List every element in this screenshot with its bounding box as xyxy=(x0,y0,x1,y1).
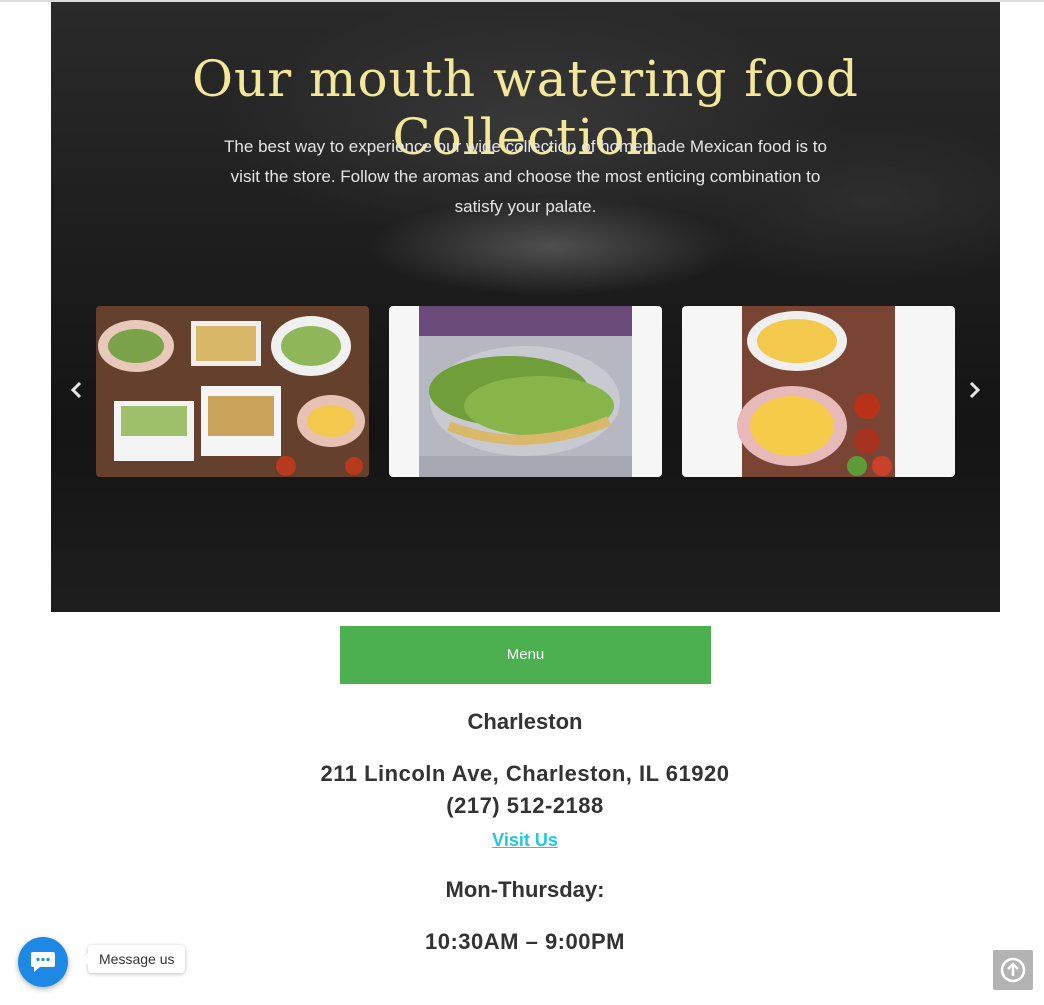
tacos-platter-photo xyxy=(96,306,369,477)
carousel-slide[interactable] xyxy=(682,306,955,477)
chevron-left-icon xyxy=(70,381,82,399)
carousel-slide[interactable] xyxy=(389,306,662,477)
visit-us-link-wrapper: Visit Us xyxy=(0,830,1044,851)
food-collection-hero: Our mouth watering food Collection The b… xyxy=(51,2,1000,612)
message-us-label[interactable]: Message us xyxy=(81,945,186,973)
arrow-up-circle-icon xyxy=(1000,957,1026,983)
location-name: Charleston xyxy=(467,709,583,734)
carousel-prev-button[interactable] xyxy=(67,380,85,404)
location-address: 211 Lincoln Ave, Charleston, IL 61920 xyxy=(320,761,730,786)
opening-days: Mon-Thursday: xyxy=(445,877,605,902)
carousel-slide[interactable] xyxy=(96,306,369,477)
visit-us-link[interactable]: Visit Us xyxy=(492,830,558,850)
message-us-button[interactable] xyxy=(18,937,68,987)
chevron-right-icon xyxy=(969,381,981,399)
chat-bubble-icon xyxy=(31,952,55,972)
chips-salsa-photo xyxy=(682,306,955,477)
hero-subtitle: The best way to experience our wide coll… xyxy=(224,137,827,216)
location-phone[interactable]: (217) 512-2188 xyxy=(0,793,1044,819)
scroll-to-top-button[interactable] xyxy=(993,950,1033,990)
menu-button[interactable]: Menu xyxy=(340,626,711,684)
tacos-foil-photo xyxy=(389,306,662,477)
carousel-next-button[interactable] xyxy=(966,380,984,404)
